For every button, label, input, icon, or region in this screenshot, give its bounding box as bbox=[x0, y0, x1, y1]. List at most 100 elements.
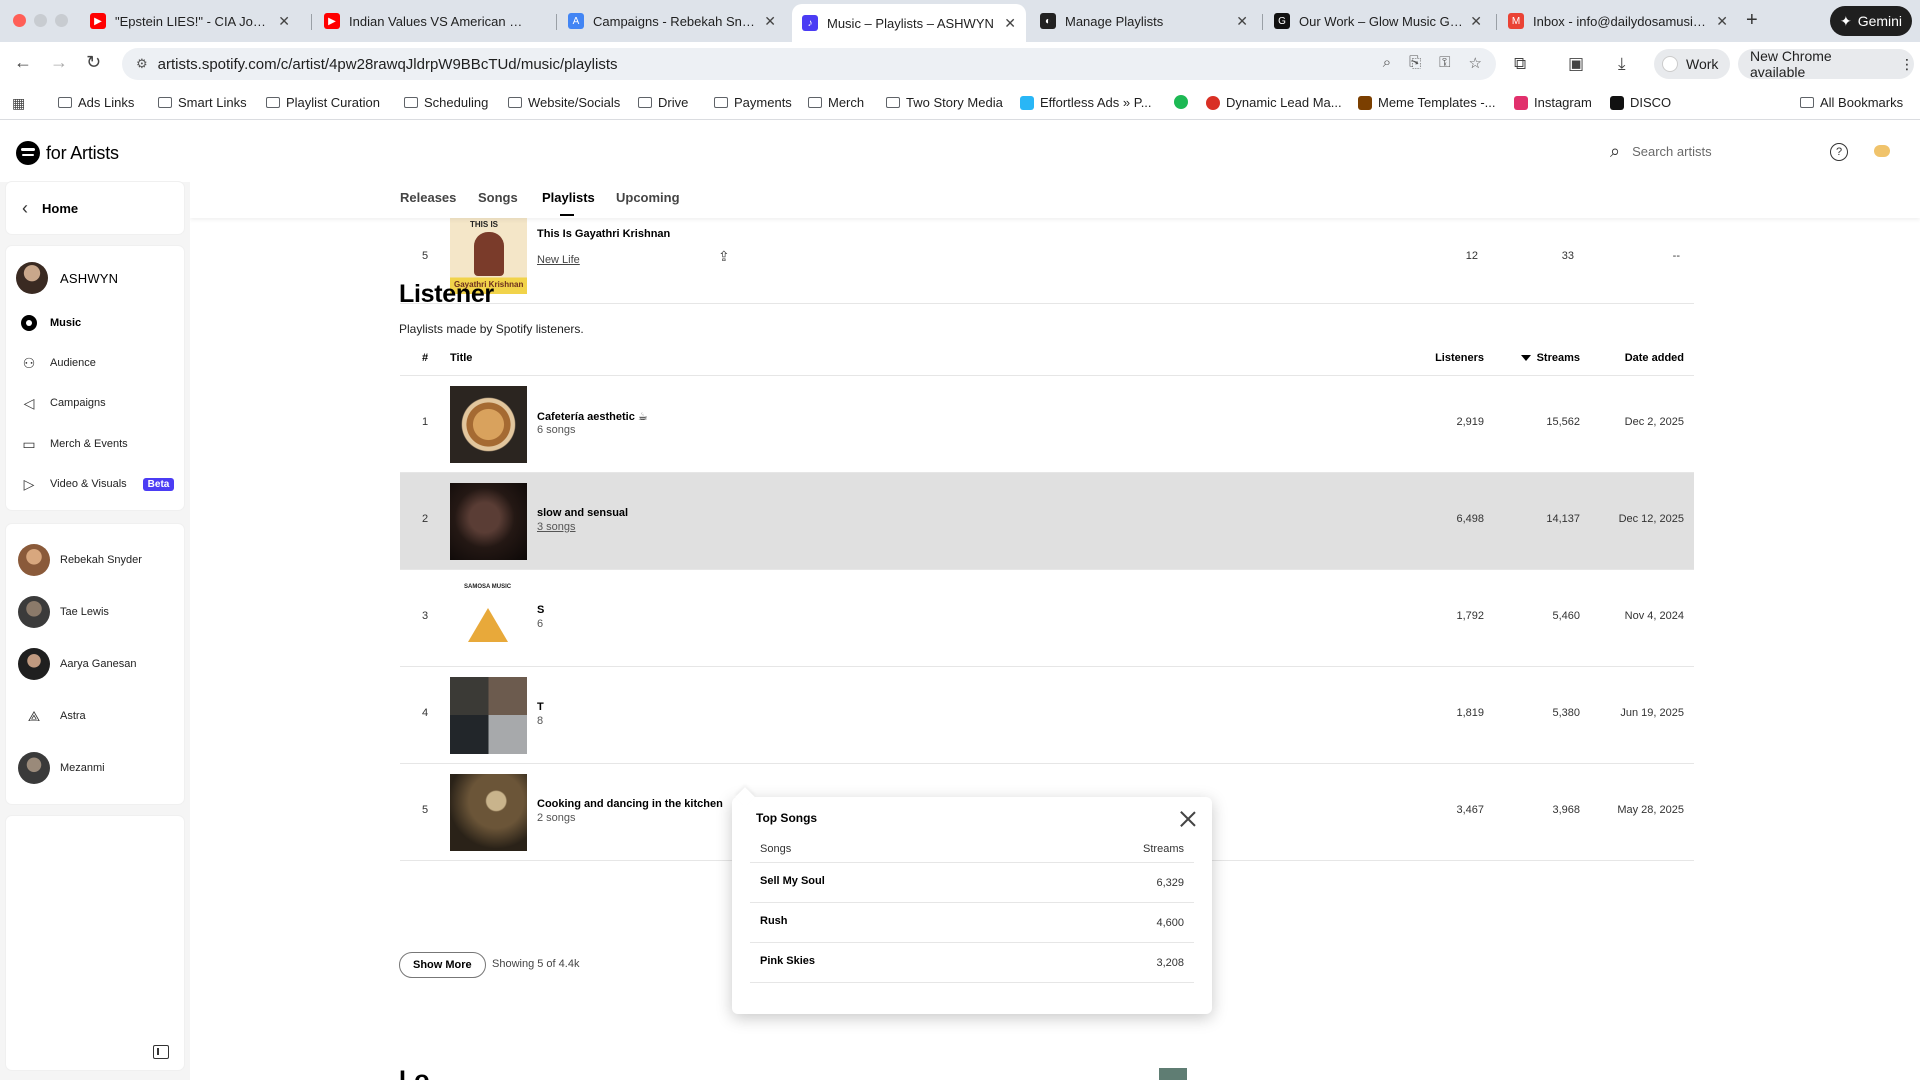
chrome-update-button[interactable]: New Chrome available ⋮ bbox=[1738, 48, 1914, 80]
tab-releases[interactable]: Releases bbox=[400, 190, 456, 205]
back-arrow-icon[interactable]: ← bbox=[14, 52, 32, 73]
other-artist-item[interactable]: Aarya Ganesan bbox=[18, 648, 136, 680]
playlist-title[interactable]: S bbox=[537, 604, 544, 616]
bookmark-link[interactable]: Instagram bbox=[1514, 95, 1592, 110]
playlist-title[interactable]: Cooking and dancing in the kitchen bbox=[537, 798, 723, 810]
popover-song-row[interactable]: Sell My Soul 6,329 bbox=[750, 863, 1194, 903]
tab-playlists[interactable]: Playlists bbox=[542, 190, 595, 216]
table-row[interactable]: 5 THIS IS Gayathri Krishnan This Is Gaya… bbox=[400, 218, 1694, 304]
maximize-window-button[interactable] bbox=[55, 14, 68, 27]
close-tab-icon[interactable]: ✕ bbox=[1004, 15, 1016, 32]
table-row[interactable]: 1 Cafetería aesthetic ☕ 6 songs 2,919 15… bbox=[400, 376, 1694, 473]
bookmark-folder[interactable]: Smart Links bbox=[158, 95, 247, 110]
bookmark-folder[interactable]: Payments bbox=[714, 95, 792, 110]
sidebar-item-video-visuals[interactable]: ▷ Video & Visuals Beta bbox=[20, 475, 175, 493]
song-count[interactable]: 2 songs bbox=[537, 812, 576, 824]
spotify-for-artists-logo[interactable]: for Artists bbox=[16, 141, 119, 165]
collapse-sidebar-icon[interactable] bbox=[153, 1045, 169, 1059]
close-tab-icon[interactable]: ✕ bbox=[764, 13, 776, 30]
profile-work-button[interactable]: Work bbox=[1654, 49, 1730, 79]
bookmark-folder[interactable]: Merch bbox=[808, 95, 864, 110]
playlist-title[interactable]: This Is Gayathri Krishnan bbox=[537, 228, 670, 240]
forward-arrow-icon[interactable]: → bbox=[50, 52, 68, 73]
browser-tab-6[interactable]: G Our Work – Glow Music Group ✕ bbox=[1264, 6, 1492, 36]
song-count[interactable]: 6 bbox=[537, 618, 543, 630]
share-icon[interactable]: ⇪ bbox=[718, 248, 730, 265]
playlist-title[interactable]: T bbox=[537, 701, 544, 713]
browser-tab-2[interactable]: ▶ Indian Values VS American Values ✕ bbox=[314, 6, 554, 36]
home-link[interactable]: ‹ Home bbox=[6, 182, 184, 234]
sidebar-item-merch-events[interactable]: ▭ Merch & Events bbox=[20, 435, 127, 453]
table-row-selected[interactable]: 2 slow and sensual 3 songs 6,498 14,137 … bbox=[400, 473, 1694, 570]
minimize-window-button[interactable] bbox=[34, 14, 47, 27]
browser-tab-active[interactable]: ♪ Music – Playlists – ASHWYN ✕ bbox=[792, 4, 1026, 42]
other-artist-item[interactable]: ⟁ Astra bbox=[18, 700, 86, 732]
search-artists-input[interactable] bbox=[1632, 143, 1803, 159]
bookmark-folder[interactable]: Drive bbox=[638, 95, 688, 110]
popover-song-row[interactable]: Pink Skies 3,208 bbox=[750, 943, 1194, 983]
bookmark-folder[interactable]: Two Story Media bbox=[886, 95, 1003, 110]
apps-grid-icon[interactable]: ▦ bbox=[12, 95, 25, 112]
sidebar-item-campaigns[interactable]: ◁ Campaigns bbox=[20, 394, 106, 412]
sort-streams-header[interactable]: Streams bbox=[1520, 352, 1580, 364]
bookmark-link[interactable]: Effortless Ads » P... bbox=[1020, 95, 1152, 110]
browser-tab-1[interactable]: ▶ "Epstein LIES!" - CIA John Kiriakou ✕ bbox=[80, 6, 300, 36]
popover-song-row[interactable]: Rush 4,600 bbox=[750, 903, 1194, 943]
main-content: Releases Songs Playlists Upcoming 5 THIS… bbox=[190, 180, 1920, 1080]
close-tab-icon[interactable]: ✕ bbox=[1236, 13, 1248, 30]
bookmark-link[interactable]: Dynamic Lead Ma... bbox=[1206, 95, 1342, 110]
song-count[interactable]: 8 bbox=[537, 715, 543, 727]
sidebar-item-audience[interactable]: ⚇ Audience bbox=[20, 354, 96, 372]
bookmark-link[interactable]: DISCO bbox=[1610, 95, 1671, 110]
playlist-title[interactable]: Cafetería aesthetic ☕ bbox=[537, 410, 648, 423]
close-icon[interactable] bbox=[1178, 809, 1198, 829]
kebab-menu-icon[interactable]: ⋮ bbox=[1900, 56, 1914, 73]
music-subtabs: Releases Songs Playlists Upcoming bbox=[190, 180, 1920, 218]
tab-upcoming[interactable]: Upcoming bbox=[616, 190, 680, 205]
artist-search[interactable]: ⌕ bbox=[1604, 131, 1824, 171]
other-artist-item[interactable]: Tae Lewis bbox=[18, 596, 109, 628]
browser-tab-3[interactable]: A Campaigns - Rebekah Snyder ✕ bbox=[558, 6, 786, 36]
browser-tab-7[interactable]: M Inbox - info@dailydosamusic.com ✕ bbox=[1498, 6, 1738, 36]
address-bar[interactable]: ⚙ artists.spotify.com/c/artist/4pw28rawq… bbox=[122, 48, 1496, 80]
tab-songs[interactable]: Songs bbox=[478, 190, 518, 205]
song-count[interactable]: 6 songs bbox=[537, 424, 576, 436]
gemini-button[interactable]: ✦ Gemini bbox=[1830, 6, 1912, 36]
reload-icon[interactable]: ↻ bbox=[86, 52, 101, 73]
playlist-title[interactable]: slow and sensual bbox=[537, 507, 628, 519]
bookmark-folder[interactable]: Ads Links bbox=[58, 95, 134, 110]
sidebar-item-music[interactable]: Music bbox=[20, 314, 81, 332]
bookmarks-bar: ▦ Ads Links Smart Links Playlist Curatio… bbox=[0, 86, 1920, 120]
bookmark-folder[interactable]: Scheduling bbox=[404, 95, 488, 110]
bookmark-link[interactable]: Meme Templates -... bbox=[1358, 95, 1496, 110]
song-count-link[interactable]: 3 songs bbox=[537, 521, 576, 533]
help-icon[interactable]: ? bbox=[1830, 143, 1848, 161]
extensions-icon[interactable]: ⧉ bbox=[1514, 54, 1526, 74]
table-row[interactable]: 3 SAMOSA MUSIC S 6 1,792 5,460 Nov 4, 20… bbox=[400, 570, 1694, 667]
close-tab-icon[interactable]: ✕ bbox=[1716, 13, 1728, 30]
browser-tab-5[interactable]: ◐ Manage Playlists ✕ bbox=[1030, 6, 1258, 36]
other-artist-item[interactable]: Rebekah Snyder bbox=[18, 544, 142, 576]
other-artist-item[interactable]: Mezanmi bbox=[18, 752, 105, 784]
download-icon[interactable]: ⤓ bbox=[1618, 54, 1626, 74]
tab-search-icon[interactable]: ▣ bbox=[1568, 54, 1584, 74]
site-settings-icon[interactable]: ⚙ bbox=[136, 56, 148, 72]
bookmark-link[interactable] bbox=[1174, 95, 1188, 109]
close-tab-icon[interactable]: ✕ bbox=[1470, 13, 1482, 30]
close-window-button[interactable] bbox=[13, 14, 26, 27]
table-row[interactable]: 4 T 8 1,819 5,380 Jun 19, 2025 bbox=[400, 667, 1694, 764]
all-bookmarks[interactable]: All Bookmarks bbox=[1800, 95, 1903, 110]
show-more-button[interactable]: Show More bbox=[399, 952, 486, 978]
password-key-icon[interactable]: ⚿ bbox=[1439, 54, 1450, 72]
url-text[interactable]: artists.spotify.com/c/artist/4pw28rawqJl… bbox=[158, 56, 618, 73]
install-app-icon[interactable]: ⎘ bbox=[1409, 54, 1421, 72]
current-artist[interactable]: ASHWYN bbox=[16, 262, 118, 294]
bookmark-folder[interactable]: Playlist Curation bbox=[266, 95, 380, 110]
zoom-icon[interactable]: ⌕ bbox=[1383, 54, 1391, 72]
close-tab-icon[interactable]: ✕ bbox=[278, 13, 290, 30]
bookmark-folder[interactable]: Website/Socials bbox=[508, 95, 620, 110]
account-avatar-icon[interactable] bbox=[1874, 145, 1890, 157]
song-link[interactable]: New Life bbox=[537, 254, 580, 266]
bookmark-star-icon[interactable]: ☆ bbox=[1469, 54, 1482, 72]
new-tab-button[interactable]: + bbox=[1746, 9, 1758, 32]
